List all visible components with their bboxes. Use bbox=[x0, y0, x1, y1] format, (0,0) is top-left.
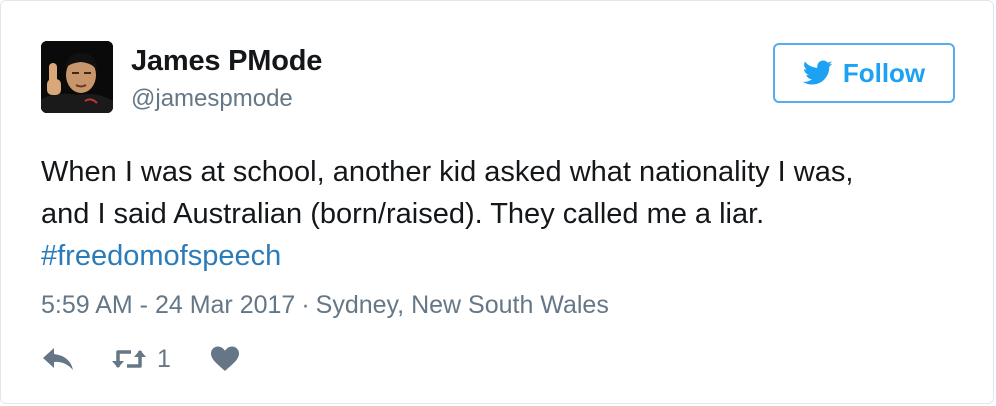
meta-separator: · bbox=[301, 291, 310, 319]
follow-button[interactable]: Follow bbox=[773, 43, 955, 103]
heart-icon bbox=[210, 346, 239, 371]
hashtag-link[interactable]: #freedomofspeech bbox=[41, 240, 281, 272]
reply-button[interactable] bbox=[41, 346, 75, 372]
tweet-text-line-1: When I was at school, another kid asked … bbox=[41, 156, 854, 188]
like-button[interactable] bbox=[171, 346, 239, 372]
twitter-bird-icon bbox=[802, 60, 833, 85]
retweet-icon bbox=[112, 350, 146, 368]
tweet-text: When I was at school, another kid asked … bbox=[41, 151, 961, 277]
tweet-meta: 5:59 AM - 24 Mar 2017 · Sydney, New South … bbox=[41, 291, 609, 320]
tweet-location[interactable]: Sydney, New South Wales bbox=[316, 291, 609, 319]
retweet-count: 1 bbox=[157, 344, 171, 373]
user-handle[interactable]: @jamespmode bbox=[131, 85, 293, 113]
reply-icon bbox=[43, 348, 73, 370]
retweet-button[interactable]: 1 bbox=[75, 345, 171, 374]
tweet-actions: 1 bbox=[41, 341, 239, 377]
avatar[interactable] bbox=[41, 41, 113, 113]
tweet-text-line-2: and I said Australian (born/raised). The… bbox=[41, 198, 765, 230]
follow-button-label: Follow bbox=[842, 57, 926, 88]
tweet-card: James PMode @jamespmode Follow When I wa… bbox=[0, 0, 994, 404]
tweet-timestamp[interactable]: 5:59 AM - 24 Mar 2017 bbox=[41, 291, 295, 319]
avatar-image bbox=[41, 41, 113, 113]
display-name[interactable]: James PMode bbox=[131, 45, 322, 78]
